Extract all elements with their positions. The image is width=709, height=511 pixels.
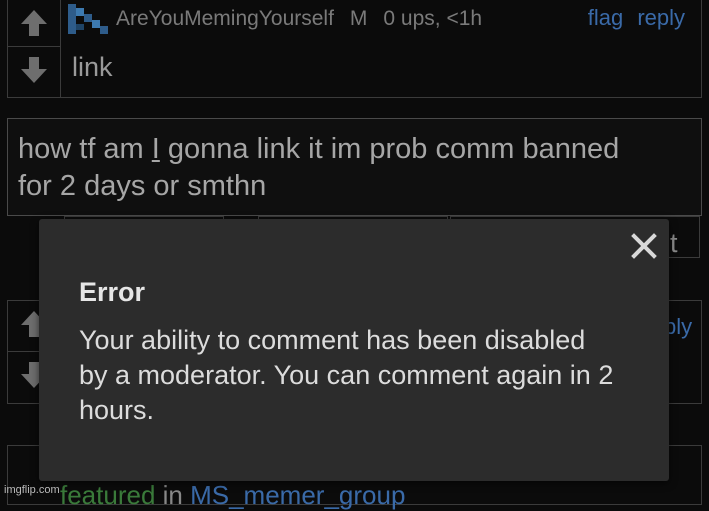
dialog-title: Error [79, 277, 146, 307]
flag-link[interactable]: flag [588, 5, 623, 30]
comment-stats: 0 ups, <1h [383, 7, 483, 30]
comment-author[interactable]: AreYouMemingYourself [116, 7, 334, 31]
group-link[interactable]: MS_memer_group [190, 480, 405, 510]
pixel-avatar-icon[interactable] [68, 4, 108, 34]
reply-textarea[interactable]: how tf am I gonna link it im prob comm b… [7, 118, 702, 216]
close-button[interactable] [629, 231, 659, 261]
downvote-button[interactable] [8, 46, 60, 93]
comment-card: AreYouMemingYourself M 0 ups, <1h flag r… [7, 0, 702, 98]
comment-text: link [72, 52, 113, 82]
comment-meta: AreYouMemingYourself M 0 ups, <1h [68, 4, 498, 34]
arrow-down-icon [21, 57, 47, 83]
featured-label: featured [60, 480, 156, 510]
mod-badge: M [349, 7, 368, 30]
reply-text-a: how tf am [18, 133, 152, 165]
close-icon [631, 233, 657, 259]
vote-column [8, 0, 61, 97]
reply-text-cursor-word: I [151, 133, 160, 165]
dialog-message: Your ability to comment has been disable… [79, 325, 614, 425]
comment-actions: flag reply [580, 5, 685, 31]
in-word: in [155, 480, 191, 510]
submit-button-label-fragment: t [670, 228, 678, 258]
featured-line: featured in MS_memer_group [60, 480, 405, 511]
reply-line-1: how tf am I gonna link it im prob comm b… [18, 131, 691, 168]
reply-link[interactable]: reply [637, 5, 685, 30]
watermark: imgflip.com [4, 484, 60, 496]
error-dialog: Error Your ability to comment has been d… [39, 219, 669, 481]
reply-text-b: gonna link it im prob comm banned [159, 133, 620, 165]
upvote-button[interactable] [8, 0, 60, 46]
reply-line-2: for 2 days or smthn [18, 170, 267, 202]
arrow-up-icon [21, 10, 47, 36]
